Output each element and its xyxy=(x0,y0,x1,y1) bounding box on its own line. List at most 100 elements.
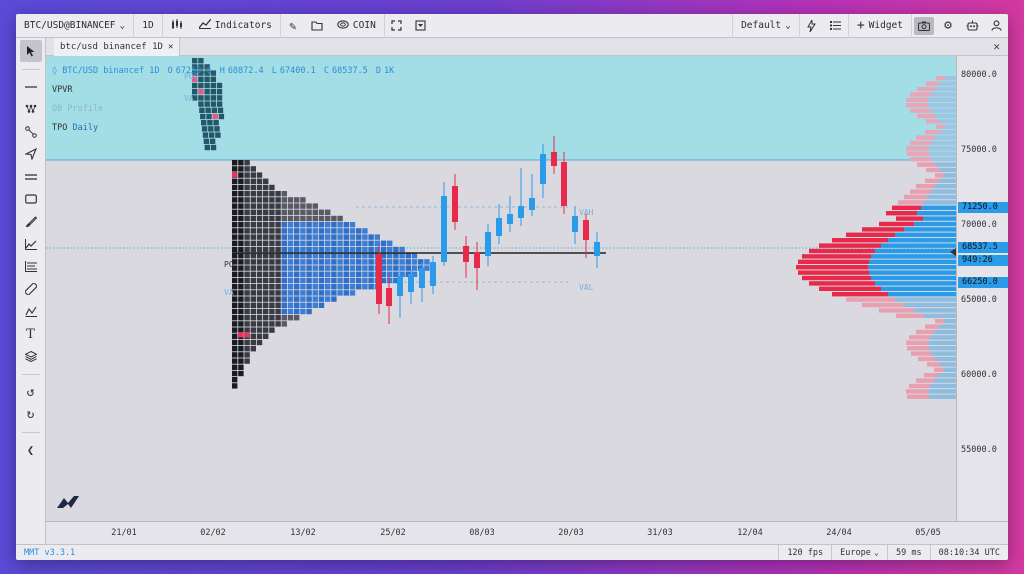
tpo-block xyxy=(318,228,325,234)
tpo-block xyxy=(256,339,263,346)
tpo-block xyxy=(325,215,331,222)
vpvr-bar-buy xyxy=(935,356,956,362)
indicators-button[interactable]: Indicators xyxy=(191,14,281,38)
vpvr-bar-sell xyxy=(918,356,935,362)
camera-icon[interactable] xyxy=(914,16,934,35)
tpo-block xyxy=(387,246,393,253)
cursor-icon[interactable] xyxy=(19,40,42,62)
tpo-block xyxy=(300,253,306,259)
price-axis[interactable]: 80000.0 75000.0 70000.0 65000.0 60000.0 … xyxy=(956,56,1008,521)
tpo-block xyxy=(294,234,300,240)
close-panel-icon[interactable]: ✕ xyxy=(993,40,1000,53)
collapse-icon[interactable]: ❮ xyxy=(20,439,42,461)
time-tick: 05/05 xyxy=(915,528,941,538)
line-chart-icon[interactable] xyxy=(20,233,42,255)
tpo-block xyxy=(300,290,306,296)
horizontal-line-icon[interactable] xyxy=(20,76,42,98)
indicator-ob-profile[interactable]: OB Profile xyxy=(52,100,394,119)
vpvr-bar-buy xyxy=(934,184,956,189)
tpo-block xyxy=(331,284,337,290)
tpo-block xyxy=(399,259,405,265)
currency-toggle[interactable]: COIN xyxy=(329,14,385,38)
nodes-icon[interactable] xyxy=(20,98,42,120)
tpo-block xyxy=(238,253,244,259)
tpo-block xyxy=(269,308,275,315)
tpo-block xyxy=(232,203,238,209)
tpo-block xyxy=(300,308,306,315)
ray-icon[interactable] xyxy=(20,143,42,165)
tpo-block xyxy=(238,222,244,228)
user-icon[interactable] xyxy=(984,14,1008,38)
vpvr-bar-sell xyxy=(934,367,944,372)
trendline-icon[interactable] xyxy=(20,121,42,143)
tpo-block xyxy=(300,234,306,240)
undo-icon[interactable]: ↺ xyxy=(20,381,42,403)
vpvr-bar-sell xyxy=(916,135,934,140)
tpo-block xyxy=(424,259,430,265)
tpo-block xyxy=(312,203,318,209)
timeframe-selector[interactable]: 1D xyxy=(134,14,163,38)
tpo-block xyxy=(306,302,312,308)
redo-icon[interactable]: ↻ xyxy=(20,404,42,426)
list-icon[interactable] xyxy=(824,14,848,38)
tpo-block xyxy=(244,321,250,327)
tpo-block xyxy=(275,203,281,209)
close-icon[interactable]: ✕ xyxy=(168,42,173,52)
indicator-vpvr[interactable]: VPVR xyxy=(52,81,394,100)
vpvr-bar-buy xyxy=(881,286,956,291)
chart-tab[interactable]: btc/usd binancef 1D ✕ xyxy=(54,38,181,56)
tpo-block xyxy=(256,327,263,333)
tpo-block xyxy=(250,166,256,172)
vpvr-bar-buy xyxy=(928,97,956,102)
rectangle-icon[interactable] xyxy=(20,188,42,210)
parallel-lines-icon[interactable] xyxy=(20,166,42,188)
text-icon[interactable]: T xyxy=(20,323,42,345)
ruler-icon[interactable] xyxy=(20,278,42,300)
tpo-block xyxy=(250,191,256,197)
chart-type-button[interactable] xyxy=(163,14,191,38)
tpo-block xyxy=(250,253,256,259)
time-axis[interactable]: 21/01 02/02 13/02 25/02 08/03 20/03 31/0… xyxy=(46,521,1008,544)
tpo-block xyxy=(238,215,244,222)
fib-icon[interactable] xyxy=(20,256,42,278)
tpo-block xyxy=(275,271,281,277)
tpo-block xyxy=(318,290,325,296)
layers-icon[interactable] xyxy=(20,346,42,368)
tpo-block xyxy=(263,290,269,296)
tpo-block xyxy=(294,246,300,253)
tpo-block xyxy=(263,178,269,184)
lightning-icon[interactable] xyxy=(800,14,824,38)
save-layout-icon[interactable] xyxy=(409,14,433,38)
tpo-block xyxy=(250,327,256,333)
tpo-block xyxy=(238,271,244,277)
vpvr-bar-sell xyxy=(916,378,934,383)
tpo-block xyxy=(256,277,263,284)
vpvr-bar-sell xyxy=(906,97,928,102)
tpo-block xyxy=(294,302,300,308)
brush-icon[interactable] xyxy=(20,211,42,233)
time-tick: 08/03 xyxy=(469,528,495,538)
layout-selector[interactable]: Default ⌄ xyxy=(732,14,800,38)
folder-icon[interactable] xyxy=(305,14,329,38)
vpvr-bar-buy xyxy=(939,178,956,183)
tpo-block xyxy=(263,333,269,339)
indicator-tpo[interactable]: TPO Daily xyxy=(52,119,394,138)
tpo-block xyxy=(244,160,250,166)
add-widget-button[interactable]: + Widget xyxy=(847,14,912,38)
tpo-block xyxy=(281,259,287,265)
tpo-block xyxy=(275,222,281,228)
symbol-selector[interactable]: BTC/USD@BINANCEF ⌄ xyxy=(16,14,135,38)
tpo-block xyxy=(318,271,325,277)
tpo-block xyxy=(362,277,368,284)
pencil-icon[interactable]: ✎ xyxy=(281,14,305,38)
chart-pattern-icon[interactable] xyxy=(20,301,42,323)
gear-icon[interactable]: ⚙ xyxy=(936,14,960,38)
tpo-block xyxy=(250,246,256,253)
tpo-block xyxy=(343,228,349,234)
robot-icon[interactable] xyxy=(960,14,984,38)
fullscreen-icon[interactable] xyxy=(385,14,409,38)
vpvr-bar-buy xyxy=(939,167,956,173)
chart-canvas[interactable]: ◊ BTC/USD binancef 1D O 67250.6 H 68872.4 … xyxy=(46,56,956,521)
tpo-block xyxy=(362,271,368,277)
region-selector[interactable]: Europe ⌄ xyxy=(831,544,887,560)
